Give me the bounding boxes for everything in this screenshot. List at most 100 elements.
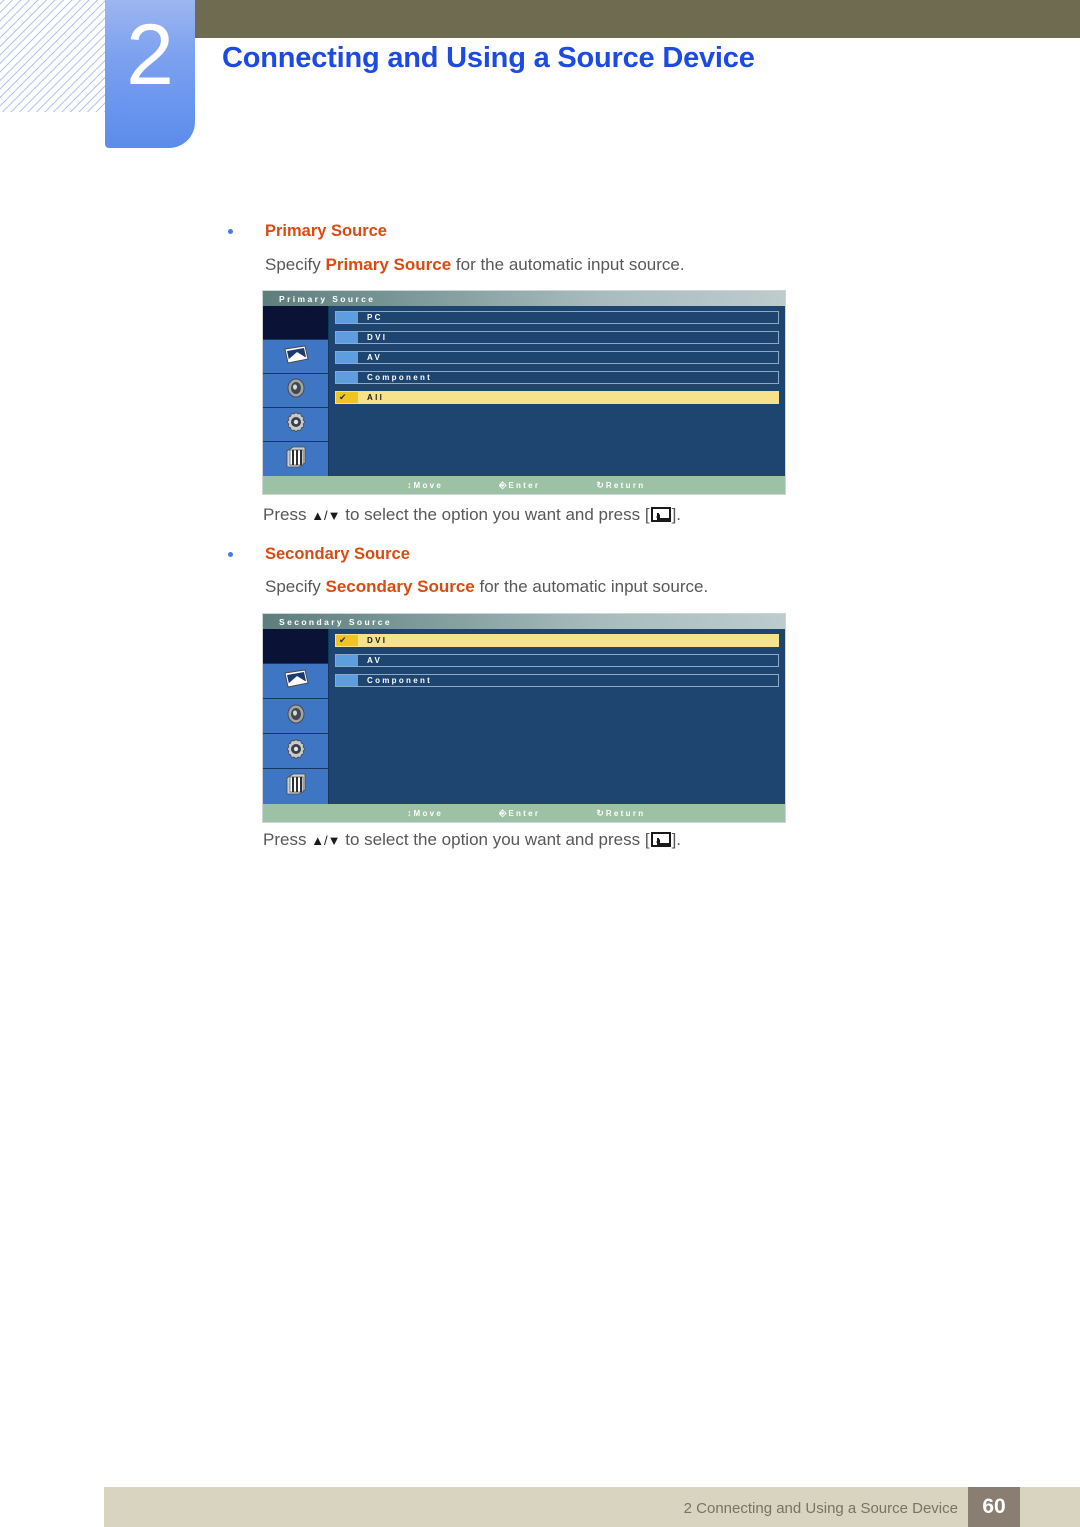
setup-gear-icon [285,738,307,765]
osd-option-label: AV [367,656,383,665]
instruction-suffix: ]. [671,830,682,849]
page-title: Connecting and Using a Source Device [222,42,755,74]
header-olive-bar [195,0,1080,38]
bullet-dot-icon [228,229,233,234]
osd-option-label: PC [367,313,383,322]
osd-sidebar-item-picture[interactable] [263,664,328,699]
osd-window-secondary-source[interactable]: Secondary Source ✔ DVI AV Component ↕ Mo… [262,613,786,823]
description-highlight: Secondary Source [325,577,475,596]
osd-footer-bar: ↕ Move ⎆ Enter ↻ Return [263,476,785,494]
osd-footer-enter: ⎆ Enter [499,480,540,491]
osd-option-row[interactable]: Component [335,371,779,384]
instruction-middle: to select the option you want and press … [340,505,650,524]
osd-sidebar-item-multi-control[interactable] [263,442,328,476]
osd-option-label: All [367,393,385,402]
osd-option-label: DVI [367,333,388,342]
osd-sidebar [263,306,329,476]
osd-footer-enter-label: Enter [508,480,541,490]
instruction-primary-source: Press ▲/▼ to select the option you want … [263,505,681,525]
osd-option-label: Component [367,676,433,685]
description-secondary-source: Specify Secondary Source for the automat… [265,577,708,597]
option-chip-icon [336,675,358,686]
enter-key-icon [650,832,671,847]
updown-arrow-glyph-icon: ▲/▼ [311,508,341,523]
description-prefix: Specify [265,577,326,596]
osd-window-primary-source[interactable]: Primary Source PC DVI AV Component ✔ All… [262,290,786,495]
bullet-heading-label: Primary Source [265,222,387,240]
description-prefix: Specify [265,255,326,274]
osd-option-list: DVI AV Component [329,629,785,804]
osd-footer-return: ↻ Return [596,480,645,491]
osd-sidebar-item-setup[interactable] [263,734,328,769]
checkmark-icon [336,634,358,647]
osd-option-row-selected[interactable]: All [335,391,779,404]
osd-option-row[interactable]: AV [335,654,779,667]
bullet-heading-secondary-source: Secondary Source [228,545,410,564]
multi-control-icon [283,773,309,800]
osd-body: PC DVI AV Component All [263,306,785,476]
checkmark-icon [336,391,358,404]
osd-footer-move-label: Move [413,808,444,818]
description-highlight: Primary Source [325,255,452,274]
osd-title-text: Primary Source [279,293,376,304]
instruction-prefix: Press [263,505,312,524]
osd-footer-return: ↻ Return [596,808,645,819]
osd-footer-move: ↕ Move [407,480,443,490]
osd-option-row[interactable]: AV [335,351,779,364]
instruction-prefix: Press [263,830,312,849]
osd-option-row[interactable]: Component [335,674,779,687]
return-icon: ↻ [596,807,604,818]
updown-arrow-icon: ↕ [407,480,412,490]
bullet-dot-icon [228,552,233,557]
bullet-heading-label: Secondary Source [265,545,410,563]
bullet-heading-primary-source: Primary Source [228,222,387,241]
osd-sidebar-blank-cell [263,629,328,664]
osd-option-list: PC DVI AV Component All [329,306,785,476]
osd-sidebar-item-setup[interactable] [263,408,328,442]
instruction-secondary-source: Press ▲/▼ to select the option you want … [263,830,681,850]
page: 2 Connecting and Using a Source Device P… [0,0,1080,1527]
footer-chapter-text: 2 Connecting and Using a Source Device [683,1500,958,1517]
chapter-number: 2 [126,7,174,103]
option-chip-icon [336,372,358,383]
osd-option-row[interactable]: PC [335,311,779,324]
enter-key-icon [650,507,671,522]
osd-sidebar-item-picture[interactable] [263,340,328,374]
instruction-middle: to select the option you want and press … [340,830,650,849]
osd-body: DVI AV Component [263,629,785,804]
description-suffix: for the automatic input source. [474,577,709,596]
option-chip-icon [336,332,358,343]
osd-title-bar: Primary Source [263,291,785,306]
osd-sidebar-item-sound[interactable] [263,699,328,734]
osd-footer-move-label: Move [413,480,444,490]
setup-gear-icon [285,411,307,438]
osd-option-label: Component [367,373,433,382]
updown-arrow-glyph-icon: ▲/▼ [311,833,341,848]
osd-footer-move: ↕ Move [407,808,443,818]
osd-option-row-selected[interactable]: DVI [335,634,779,647]
osd-sidebar-item-multi-control[interactable] [263,769,328,804]
osd-sidebar-item-sound[interactable] [263,374,328,408]
page-footer-bar: 2 Connecting and Using a Source Device 6… [104,1487,1080,1527]
chapter-tab: 2 [105,0,195,148]
option-chip-icon [336,312,358,323]
osd-footer-return-label: Return [605,480,646,490]
description-suffix: for the automatic input source. [451,255,685,274]
sound-icon [285,703,307,730]
decorative-hatch-pattern [0,0,105,112]
osd-footer-enter: ⎆ Enter [499,808,540,819]
footer-page-number: 60 [968,1487,1020,1527]
osd-option-row[interactable]: DVI [335,331,779,344]
multi-control-icon [283,446,309,473]
osd-sidebar-blank-cell [263,306,328,340]
osd-footer-enter-label: Enter [508,808,541,818]
return-icon: ↻ [596,479,604,490]
enter-icon: ⎆ [499,807,507,818]
osd-option-label: DVI [367,636,388,645]
picture-icon [283,344,309,369]
osd-footer-bar: ↕ Move ⎆ Enter ↻ Return [263,804,785,822]
sound-icon [285,377,307,404]
option-chip-icon [336,352,358,363]
osd-title-text: Secondary Source [279,616,393,627]
osd-option-label: AV [367,353,383,362]
